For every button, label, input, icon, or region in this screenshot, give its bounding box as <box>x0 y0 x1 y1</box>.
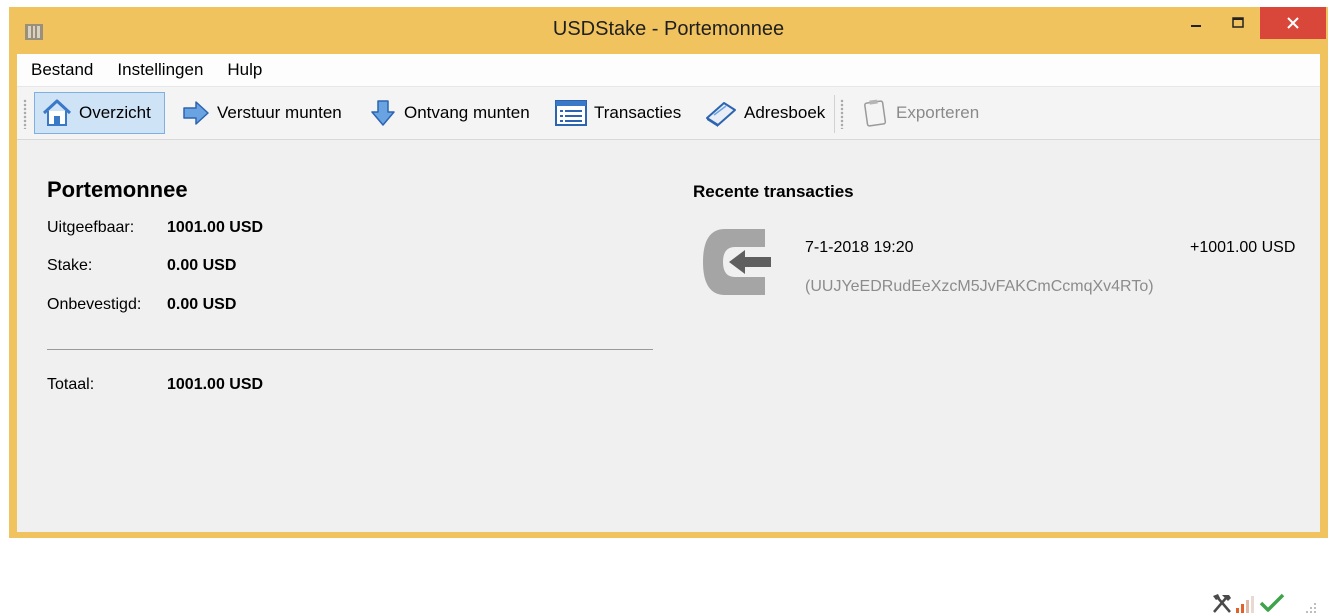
tab-overview-label: Overzicht <box>79 103 151 122</box>
toolbar-grip-2[interactable] <box>840 99 844 129</box>
close-button[interactable] <box>1260 7 1326 39</box>
tab-receive[interactable]: Ontvang munten <box>362 92 536 134</box>
export-label: Exporteren <box>896 103 980 122</box>
toolbar-grip[interactable] <box>23 99 27 129</box>
tab-receive-label: Ontvang munten <box>404 103 530 122</box>
total-value: 1001.00 USD <box>167 376 264 393</box>
client-area: Bestand Instellingen Hulp Overzicht Vers… <box>17 54 1320 613</box>
total-label: Totaal: <box>47 376 95 393</box>
resize-grip[interactable] <box>1305 600 1317 614</box>
toolbar-separator <box>834 95 835 133</box>
close-icon <box>1287 17 1299 29</box>
window-title: USDStake - Portemonnee <box>552 18 785 40</box>
export-clipboard-icon <box>864 99 887 127</box>
home-icon <box>42 99 72 126</box>
maximize-button[interactable] <box>1218 7 1258 39</box>
tab-transactions[interactable]: Transacties <box>548 92 687 134</box>
unconfirmed-label: Onbevestigd: <box>47 296 142 313</box>
menu-bar: Bestand Instellingen Hulp <box>17 54 1320 86</box>
minimize-button[interactable] <box>1176 7 1216 39</box>
spendable-label: Uitgeefbaar: <box>47 219 135 236</box>
tab-addressbook[interactable]: Adresboek <box>698 92 831 134</box>
spendable-value: 1001.00 USD <box>167 219 264 236</box>
unconfirmed-value: 0.00 USD <box>167 296 237 313</box>
overview-page: Portemonnee Uitgeefbaar: 1001.00 USD Sta… <box>17 140 1320 613</box>
transactions-list-icon <box>555 100 587 126</box>
toolbar: Overzicht Verstuur munten Ontvang munten <box>17 86 1320 140</box>
title-bar[interactable]: USDStake - Portemonnee <box>9 7 1328 54</box>
transaction-date: 7-1-2018 19:20 <box>805 239 914 256</box>
stake-label: Stake: <box>47 257 93 274</box>
export-button[interactable]: Exporteren <box>854 92 985 134</box>
recent-transactions-title: Recente transacties <box>693 182 854 201</box>
tab-send[interactable]: Verstuur munten <box>175 92 348 134</box>
signal-bars-icon[interactable] <box>1234 592 1258 614</box>
stake-value: 0.00 USD <box>167 257 237 274</box>
incoming-transaction-icon <box>703 229 771 295</box>
app-window: USDStake - Portemonnee Bestand Instellin… <box>9 7 1328 613</box>
menu-bestand[interactable]: Bestand <box>31 60 93 80</box>
transaction-amount: +1001.00 USD <box>1190 239 1296 256</box>
maximize-icon <box>1232 17 1244 28</box>
tab-send-label: Verstuur munten <box>217 103 342 122</box>
addressbook-icon <box>706 102 736 127</box>
tab-addressbook-label: Adresboek <box>744 103 826 122</box>
menu-hulp[interactable]: Hulp <box>227 60 262 80</box>
staking-hammer-icon[interactable] <box>1210 592 1234 614</box>
receive-arrow-icon <box>371 100 395 126</box>
status-bar-icons <box>1210 590 1286 616</box>
transaction-address[interactable]: (UUJYeEDRudEeXzcM5JvFAKCmCcmqXv4RTo) <box>805 278 1154 296</box>
synced-check-icon[interactable] <box>1258 592 1286 614</box>
balance-divider <box>47 349 653 350</box>
wallet-title: Portemonnee <box>47 177 188 202</box>
minimize-icon <box>1191 25 1201 27</box>
menu-instellingen[interactable]: Instellingen <box>117 60 203 80</box>
tab-transactions-label: Transacties <box>594 103 682 122</box>
send-arrow-icon <box>183 101 209 125</box>
tab-overview[interactable]: Overzicht <box>34 92 165 134</box>
